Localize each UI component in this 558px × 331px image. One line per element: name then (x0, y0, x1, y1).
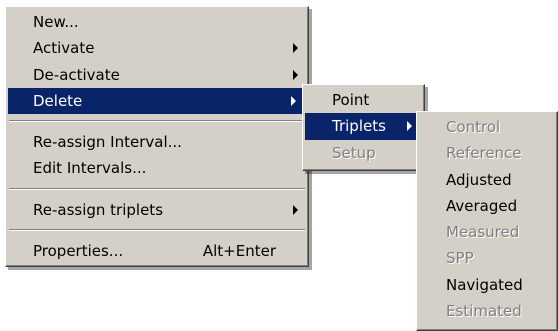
menu-item-label: SPP (446, 249, 474, 268)
menu-item-setup: Setup (303, 140, 424, 166)
menu-item-reference: Reference (417, 140, 557, 166)
menu-item-label: Measured (446, 223, 520, 242)
menu-item-label: Properties... (33, 242, 124, 261)
menu-item-estimated: Estimated (417, 298, 557, 324)
menu-item-adjusted[interactable]: Adjusted (417, 167, 557, 193)
menu-item-label: Adjusted (446, 170, 512, 189)
delete-submenu: Point Triplets Setup (302, 84, 425, 171)
keyboard-shortcut: Alt+Enter (202, 242, 276, 261)
submenu-arrow-icon (293, 69, 298, 80)
menu-item-label: Estimated (446, 302, 522, 321)
menu-item-edit-intervals[interactable]: Edit Intervals... (6, 155, 308, 181)
submenu-arrow-icon (407, 121, 412, 132)
menu-item-control: Control (417, 114, 557, 140)
menu-item-reassign-interval[interactable]: Re-assign Interval... (6, 129, 308, 155)
menu-separator (9, 187, 305, 190)
menu-item-point[interactable]: Point (303, 87, 424, 113)
menu-item-activate[interactable]: Activate (6, 35, 308, 61)
menu-item-label: Reference (446, 144, 522, 163)
menu-item-label: New... (33, 13, 79, 31)
menu-item-label: Triplets (332, 117, 386, 136)
menu-item-triplets[interactable]: Triplets (305, 113, 422, 140)
menu-item-label: Delete (33, 91, 83, 110)
menu-item-label: Averaged (446, 196, 518, 215)
menu-item-label: Re-assign Interval... (33, 133, 182, 152)
menu-item-averaged[interactable]: Averaged (417, 193, 557, 219)
menu-item-label: Setup (332, 143, 376, 162)
submenu-arrow-icon (293, 204, 298, 215)
menu-item-navigated[interactable]: Navigated (417, 272, 557, 298)
menu-item-label: Control (446, 118, 501, 136)
triplets-submenu: Control Reference Adjusted Averaged Meas… (416, 111, 558, 331)
menu-item-label: Edit Intervals... (33, 159, 147, 178)
menu-item-de-activate[interactable]: De-activate (6, 62, 308, 88)
menu-item-label: Re-assign triplets (33, 200, 164, 219)
menu-item-measured: Measured (417, 219, 557, 245)
menu-item-label: Navigated (446, 275, 523, 294)
menu-item-properties[interactable]: Properties... Alt+Enter (6, 238, 308, 264)
menu-item-spp: SPP (417, 245, 557, 271)
menu-separator (9, 229, 305, 232)
menu-item-label: De-activate (33, 65, 120, 84)
menu-item-label: Activate (33, 39, 95, 58)
submenu-arrow-icon (291, 96, 296, 107)
menu-item-new[interactable]: New... (6, 9, 308, 35)
submenu-arrow-icon (293, 43, 298, 54)
menu-item-delete[interactable]: Delete (8, 87, 306, 115)
menu-item-label: Point (332, 91, 370, 109)
menu-item-reassign-triplets[interactable]: Re-assign triplets (6, 197, 308, 223)
menu-separator (9, 120, 305, 123)
context-menu: New... Activate De-activate Delete Re-as… (5, 6, 309, 267)
